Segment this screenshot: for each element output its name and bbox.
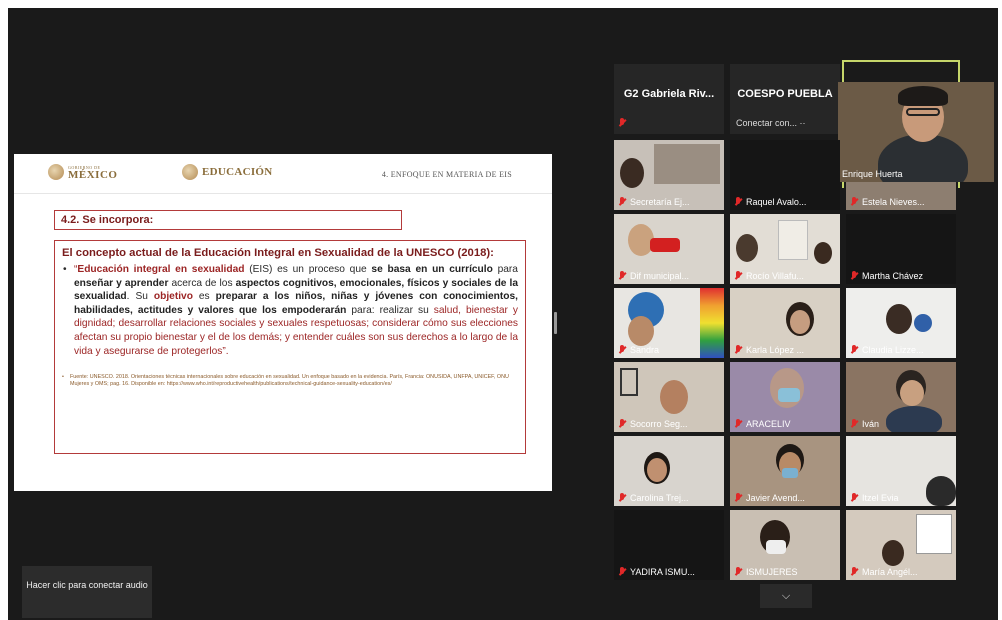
chevron-down-icon: ⌵ xyxy=(781,589,791,602)
participant-tile[interactable]: Secretaría Ej... xyxy=(614,140,724,210)
participant-tile-coespo[interactable]: COESPO PUEBLA Conectar con... ·· xyxy=(730,64,840,134)
participant-tile[interactable]: Estela Nieves... xyxy=(846,182,956,210)
slide-footnote: Fuente: UNESCO. 2018. Orientaciones técn… xyxy=(62,374,518,388)
participant-tile[interactable]: Raquel Avalo... xyxy=(730,140,840,210)
slide-section-title: 4. ENFOQUE EN MATERIA DE EIS xyxy=(381,170,512,179)
muted-mic-icon xyxy=(734,493,743,503)
participant-tile-gabriela[interactable]: G2 Gabriela Riv... xyxy=(614,64,724,134)
slide-header: GOBIERNO DE MÉXICO EDUCACIÓN 4. ENFOQUE … xyxy=(14,154,552,194)
muted-mic-icon xyxy=(734,567,743,577)
muted-mic-icon xyxy=(850,197,859,207)
participant-tile[interactable]: Iván xyxy=(846,362,956,432)
muted-mic-icon xyxy=(618,493,627,503)
educacion-logo: EDUCACIÓN xyxy=(182,164,273,180)
muted-mic-icon xyxy=(618,271,627,281)
participant-tile[interactable]: ISMUJERES xyxy=(730,510,840,580)
muted-mic-icon xyxy=(618,345,627,355)
slide-content-box: El concepto actual de la Educación Integ… xyxy=(54,240,526,454)
muted-mic-icon xyxy=(850,271,859,281)
participant-tile[interactable]: ARACELIV xyxy=(730,362,840,432)
participant-tile[interactable]: Claudia Lizze... xyxy=(846,288,956,358)
participant-tile[interactable]: Martha Chávez xyxy=(846,214,956,284)
participant-tile[interactable]: Carolina Trej... xyxy=(614,436,724,506)
shared-slide: GOBIERNO DE MÉXICO EDUCACIÓN 4. ENFOQUE … xyxy=(14,154,552,491)
slide-subheading: 4.2. Se incorpora: xyxy=(54,210,402,230)
muted-mic-icon xyxy=(850,567,859,577)
participant-tile[interactable]: Socorro Seg... xyxy=(614,362,724,432)
meeting-window: GOBIERNO DE MÉXICO EDUCACIÓN 4. ENFOQUE … xyxy=(8,8,998,620)
muted-mic-icon xyxy=(618,118,627,128)
muted-mic-icon xyxy=(734,345,743,355)
participant-tile[interactable]: María Angél... xyxy=(846,510,956,580)
connect-audio-button[interactable]: Hacer clic para conectar audio xyxy=(22,566,152,618)
participant-tile[interactable]: Karla López ... xyxy=(730,288,840,358)
seal-icon xyxy=(48,164,64,180)
muted-mic-icon xyxy=(850,419,859,429)
seal-icon xyxy=(182,164,198,180)
participant-tile[interactable]: Rocío Villafu... xyxy=(730,214,840,284)
participant-tile[interactable]: Dif municipal... xyxy=(614,214,724,284)
gobierno-mexico-logo: GOBIERNO DE MÉXICO xyxy=(48,164,117,180)
muted-mic-icon xyxy=(734,197,743,207)
muted-mic-icon xyxy=(618,419,627,429)
expand-gallery-button[interactable]: ⌵ xyxy=(760,584,812,608)
muted-mic-icon xyxy=(618,197,627,207)
split-view-handle[interactable] xyxy=(554,312,557,334)
slide-content-title: El concepto actual de la Educación Integ… xyxy=(62,247,494,259)
muted-mic-icon xyxy=(734,419,743,429)
slide-bullet: “Educación integral en sexualidad (EIS) … xyxy=(62,263,518,358)
participant-tile[interactable]: Itzel Evia xyxy=(846,436,956,506)
muted-mic-icon xyxy=(618,567,627,577)
muted-mic-icon xyxy=(850,493,859,503)
participant-tile[interactable]: Javier Avend... xyxy=(730,436,840,506)
participant-tile[interactable]: Sandra xyxy=(614,288,724,358)
participant-tile-speaker[interactable]: Enrique Huerta xyxy=(838,82,994,182)
muted-mic-icon xyxy=(734,271,743,281)
participant-tile[interactable]: YADIRA ISMU... xyxy=(614,510,724,580)
muted-mic-icon xyxy=(850,345,859,355)
